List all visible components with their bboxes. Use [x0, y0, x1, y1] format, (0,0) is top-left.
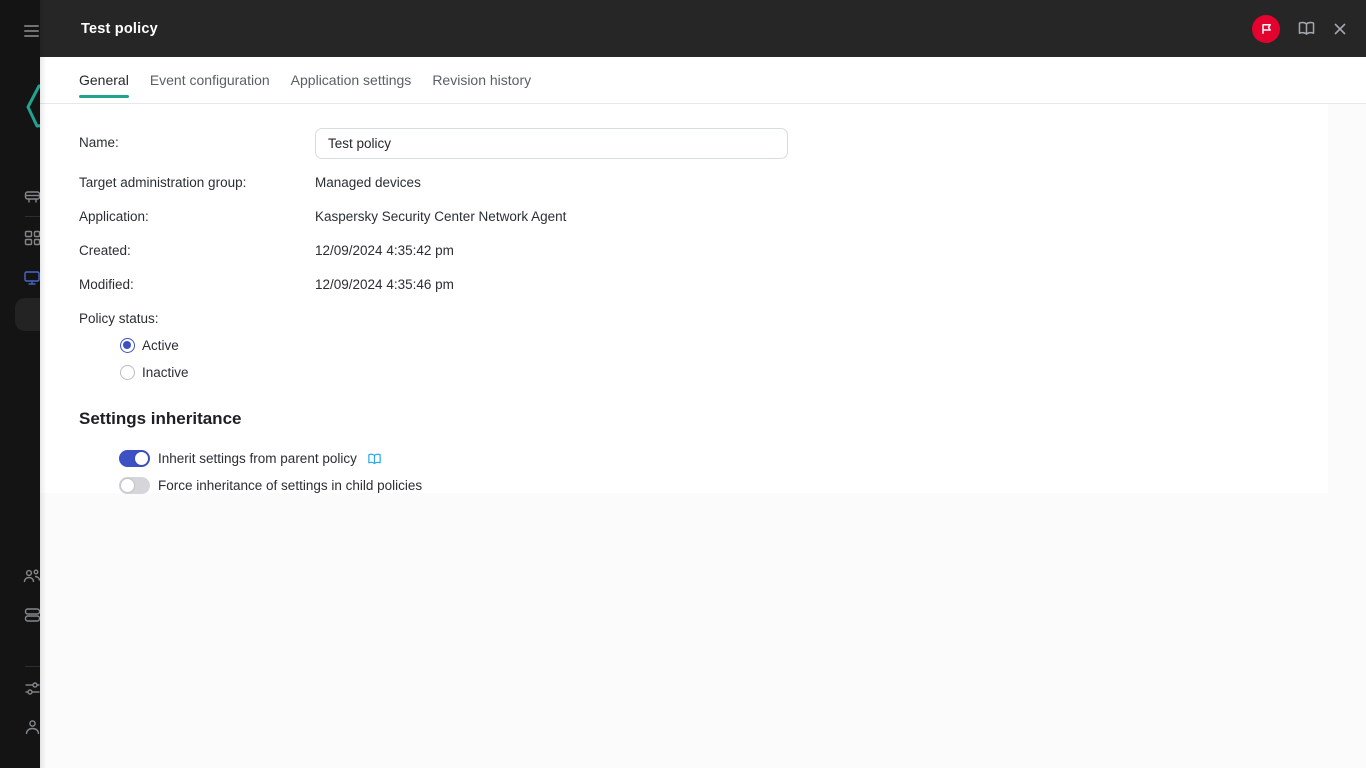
tab-event-configuration[interactable]: Event configuration	[150, 57, 270, 103]
application-value: Kaspersky Security Center Network Agent	[315, 209, 566, 225]
application-label: Application:	[79, 209, 315, 225]
radio-label: Inactive	[142, 365, 189, 380]
tab-general[interactable]: General	[79, 57, 129, 103]
created-label: Created:	[79, 243, 315, 259]
console-settings-icon[interactable]	[23, 679, 40, 697]
target-group-value: Managed devices	[315, 175, 421, 191]
sidebar-divider	[25, 666, 40, 667]
help-book-icon[interactable]	[1297, 21, 1316, 36]
sidebar	[0, 0, 40, 768]
modified-value: 12/09/2024 4:35:46 pm	[315, 277, 454, 293]
help-book-icon[interactable]	[367, 453, 382, 465]
tab-content: Name: Target administration group: Manag…	[40, 104, 1366, 768]
sidebar-divider	[25, 216, 40, 217]
general-settings-card: Name: Target administration group: Manag…	[40, 104, 1328, 493]
kaspersky-logo	[25, 82, 40, 128]
radio-icon[interactable]	[120, 365, 135, 380]
menu-icon[interactable]	[24, 25, 39, 37]
policy-status-active-radio[interactable]: Active	[120, 338, 179, 353]
toggle-off-icon[interactable]	[119, 477, 150, 494]
policy-status-label: Policy status:	[79, 311, 315, 327]
tab-application-settings[interactable]: Application settings	[291, 57, 412, 103]
tab-revision-history[interactable]: Revision history	[432, 57, 531, 103]
monitoring-icon[interactable]	[23, 229, 40, 247]
tab-bar: General Event configuration Application …	[40, 57, 1366, 104]
settings-inheritance-heading: Settings inheritance	[79, 409, 241, 429]
target-group-label: Target administration group:	[79, 175, 315, 191]
account-icon[interactable]	[23, 718, 40, 736]
repositories-icon[interactable]	[23, 606, 40, 624]
devices-icon[interactable]	[23, 269, 40, 287]
force-inheritance-toggle-row[interactable]: Force inheritance of settings in child p…	[119, 477, 422, 494]
administration-server-icon[interactable]	[23, 188, 40, 206]
name-label: Name:	[79, 135, 315, 151]
flag-icon[interactable]	[1252, 15, 1280, 43]
users-icon[interactable]	[23, 567, 40, 585]
radio-label: Active	[142, 338, 179, 353]
page-title: Test policy	[81, 21, 158, 37]
toggle-on-icon[interactable]	[119, 450, 150, 467]
close-icon[interactable]	[1333, 22, 1347, 36]
inherit-settings-toggle-row[interactable]: Inherit settings from parent policy	[119, 450, 382, 467]
sidebar-selected-item[interactable]	[15, 298, 40, 331]
policy-name-input[interactable]	[315, 128, 788, 159]
radio-icon[interactable]	[120, 338, 135, 353]
policy-drawer: Test policy General Event configuration …	[40, 0, 1366, 768]
policy-status-inactive-radio[interactable]: Inactive	[120, 365, 189, 380]
toggle-label: Inherit settings from parent policy	[158, 451, 357, 466]
created-value: 12/09/2024 4:35:42 pm	[315, 243, 454, 259]
modified-label: Modified:	[79, 277, 315, 293]
toggle-label: Force inheritance of settings in child p…	[158, 478, 422, 493]
drawer-titlebar: Test policy	[40, 0, 1366, 57]
